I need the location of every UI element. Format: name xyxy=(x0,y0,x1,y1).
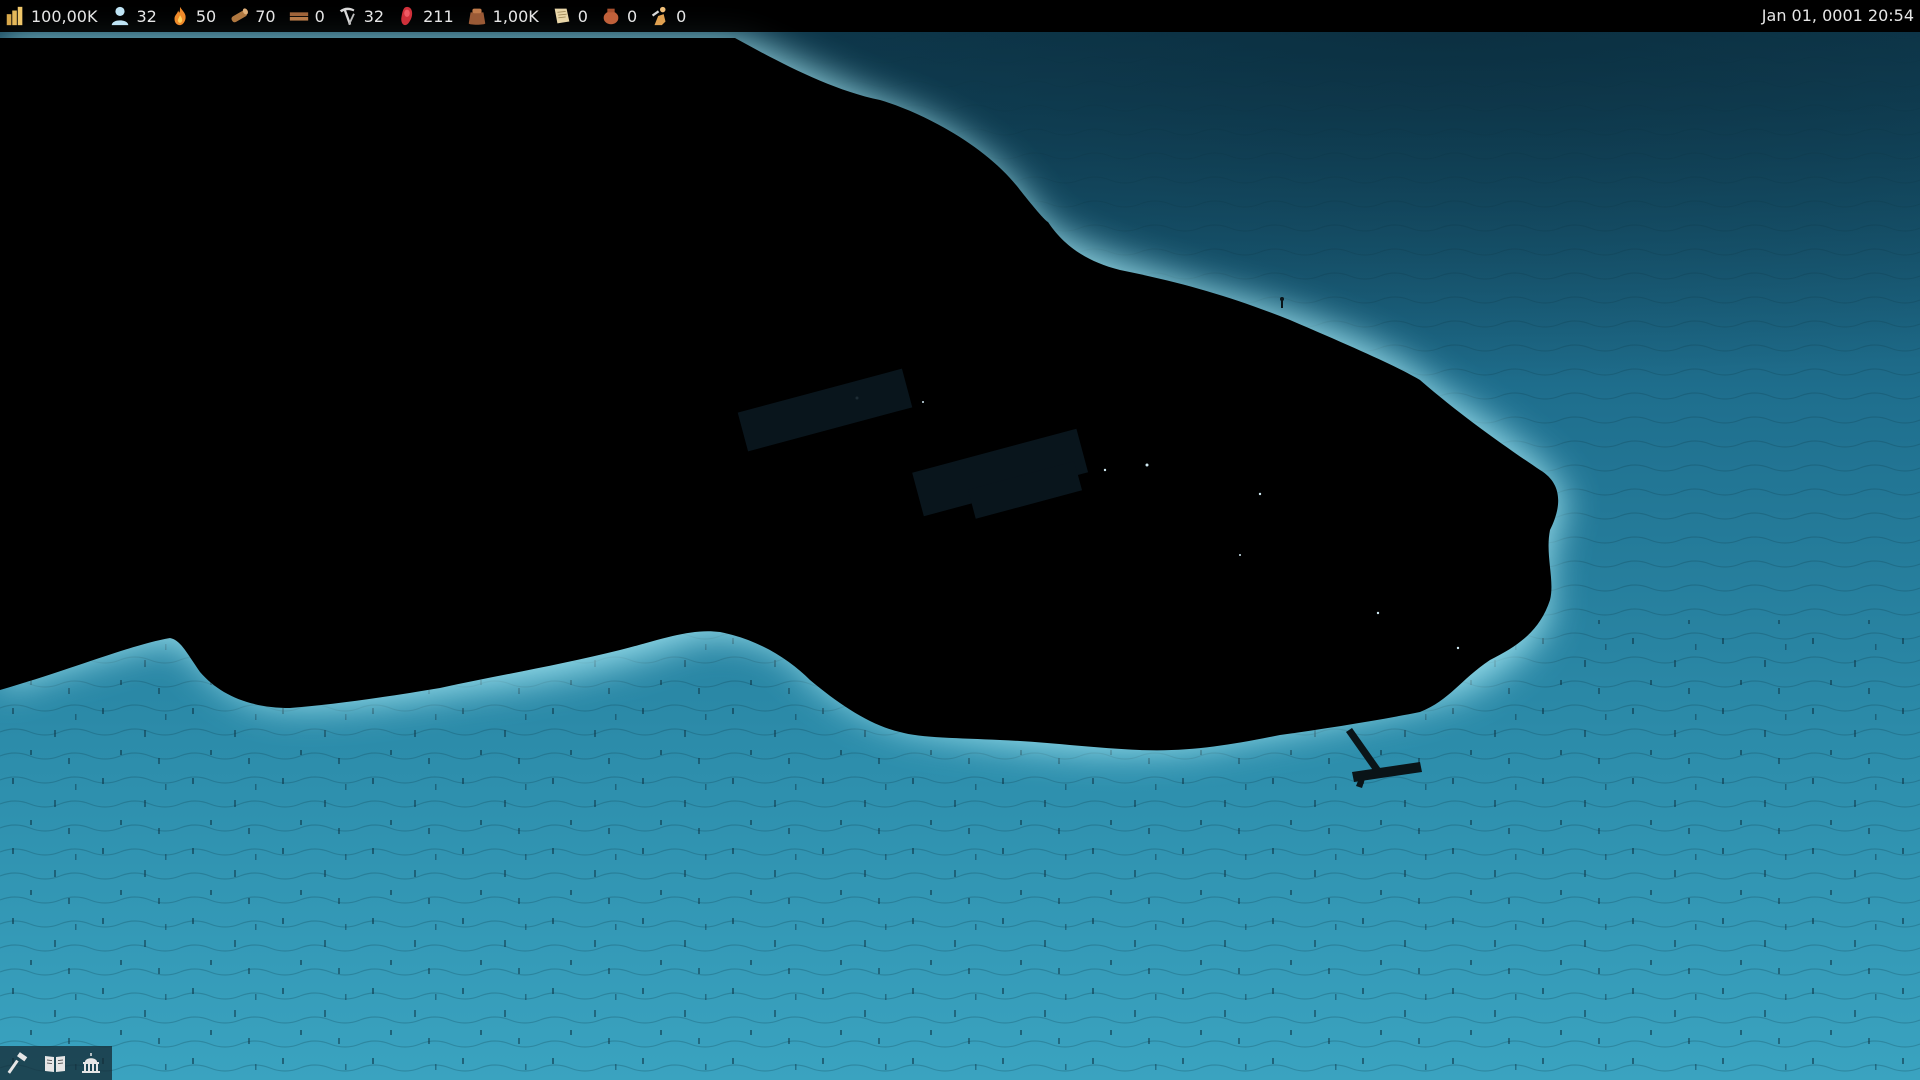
pickaxe-hammer-icon xyxy=(339,7,355,25)
resource-logs[interactable]: 70 xyxy=(228,5,276,27)
codex-button[interactable] xyxy=(40,1048,70,1078)
resource-money[interactable]: 100,00K xyxy=(4,5,97,27)
gold-coins-icon xyxy=(6,6,23,26)
hammer-icon xyxy=(7,1052,28,1074)
pot-icon xyxy=(603,8,619,25)
resource-planks-value: 0 xyxy=(314,6,325,26)
resource-paper-value: 0 xyxy=(577,6,588,26)
resource-planks[interactable]: 0 xyxy=(288,5,325,27)
resource-supplies-value: 1,00K xyxy=(492,6,539,26)
resource-workers-value: 0 xyxy=(676,6,687,26)
resource-logs-value: 70 xyxy=(255,6,276,26)
sack-icon xyxy=(468,8,485,25)
world-map[interactable] xyxy=(0,0,1920,1080)
meat-icon xyxy=(401,6,413,26)
build-button[interactable] xyxy=(4,1048,34,1078)
resource-population[interactable]: 32 xyxy=(109,5,157,27)
resource-supplies[interactable]: 1,00K xyxy=(466,5,539,27)
planks-icon xyxy=(289,12,308,21)
person-icon xyxy=(112,6,129,26)
resource-firewood[interactable]: 50 xyxy=(169,5,216,27)
resource-tools[interactable]: 32 xyxy=(337,5,384,27)
resource-paper[interactable]: 0 xyxy=(551,5,588,27)
resource-pottery-value: 0 xyxy=(626,6,638,26)
bottom-toolbar xyxy=(0,1046,112,1080)
government-button[interactable] xyxy=(76,1048,106,1078)
resource-food[interactable]: 211 xyxy=(396,5,454,27)
book-icon xyxy=(45,1056,65,1072)
resource-pottery[interactable]: 0 xyxy=(600,5,637,27)
log-icon xyxy=(231,8,249,23)
fire-icon xyxy=(174,6,186,26)
resource-workers[interactable]: 0 xyxy=(649,5,686,27)
resource-food-value: 211 xyxy=(423,6,454,26)
game-datetime: Jan 01, 0001 20:54 xyxy=(1761,6,1914,25)
capitol-icon xyxy=(82,1053,100,1073)
resource-bar: 100,00K 32 50 70 0 32 211 1,00K 0 0 0 Ja… xyxy=(0,0,1920,32)
resource-population-value: 32 xyxy=(136,6,157,26)
game-viewport[interactable] xyxy=(0,0,1920,1080)
worker-icon xyxy=(652,6,666,26)
resource-money-value: 100,00K xyxy=(31,6,98,26)
resource-tools-value: 32 xyxy=(363,6,385,26)
resource-firewood-value: 50 xyxy=(195,6,217,26)
scroll-icon xyxy=(554,8,570,24)
